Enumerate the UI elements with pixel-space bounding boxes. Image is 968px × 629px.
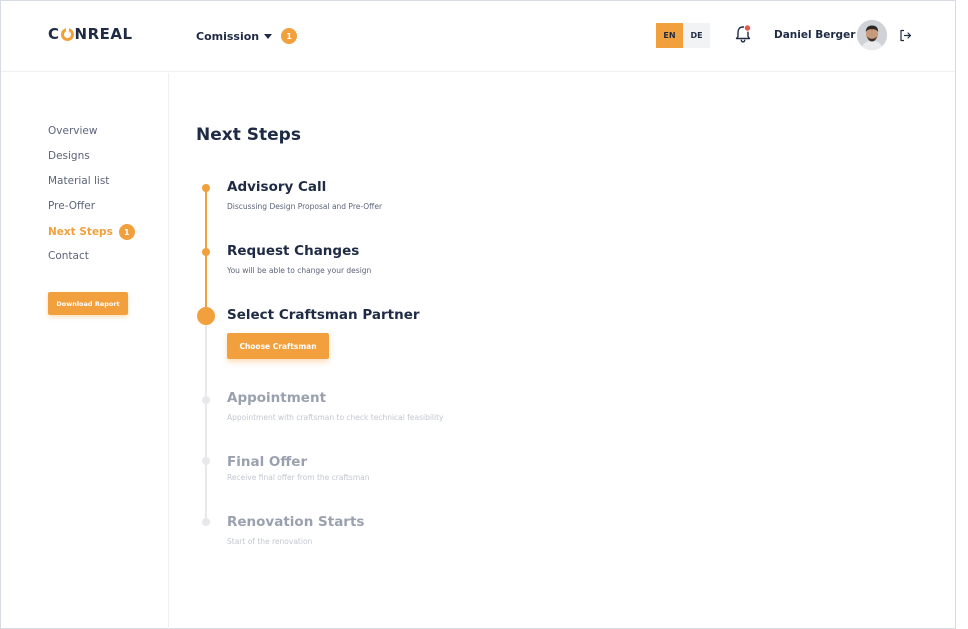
step-dot-completed (202, 184, 210, 192)
logo[interactable]: C NREAL (48, 25, 133, 43)
page-title: Next Steps (196, 125, 301, 145)
sidebar-item-contact[interactable]: Contact (48, 250, 89, 262)
step-desc-appointment: Appointment with craftsman to check tech… (227, 413, 444, 422)
logo-text-pre: C (48, 25, 60, 43)
commission-dropdown[interactable]: Comission 1 (196, 28, 298, 44)
step-title-final-offer: Final Offer (227, 454, 308, 470)
avatar[interactable] (857, 20, 887, 50)
step-dot-pending (202, 457, 210, 465)
next-steps-badge: 1 (118, 224, 135, 240)
step-dot-current (197, 307, 215, 325)
top-header: C NREAL Comission 1 EN DE Daniel Berger (1, 1, 955, 72)
sidebar-item-next-steps[interactable]: Next Steps 1 (48, 224, 135, 240)
logo-text-post: NREAL (74, 25, 133, 43)
lang-en-button[interactable]: EN (656, 23, 683, 48)
choose-craftsman-button[interactable]: Choose Craftsman (227, 333, 329, 359)
user-name[interactable]: Daniel Berger (774, 29, 855, 41)
step-title-advisory-call: Advisory Call (227, 179, 327, 195)
logout-icon[interactable] (899, 29, 912, 42)
step-desc-final-offer: Receive final offer from the craftsman (227, 473, 370, 482)
user-avatar-icon (857, 20, 887, 50)
sidebar-item-label: Next Steps (48, 226, 113, 238)
app-frame: C NREAL Comission 1 EN DE Daniel Berger (0, 0, 956, 629)
step-title-request-changes: Request Changes (227, 243, 360, 259)
sidebar-item-overview[interactable]: Overview (48, 125, 97, 137)
step-desc-request-changes: You will be able to change your design (227, 266, 372, 275)
commission-label: Comission (196, 29, 260, 43)
step-title-appointment: Appointment (227, 390, 327, 406)
step-dot-pending (202, 518, 210, 526)
step-desc-advisory-call: Discussing Design Proposal and Pre-Offer (227, 202, 383, 211)
language-switcher: EN DE (656, 23, 710, 48)
sidebar-item-material-list[interactable]: Material list (48, 175, 109, 187)
step-dot-pending (202, 396, 210, 404)
sidebar-item-designs[interactable]: Designs (48, 150, 90, 162)
sidebar-item-pre-offer[interactable]: Pre-Offer (48, 200, 95, 212)
notification-dot (743, 24, 752, 32)
step-title-select-craftsman: Select Craftsman Partner (227, 307, 420, 323)
caret-down-icon (264, 33, 273, 39)
bell-icon[interactable] (734, 24, 752, 44)
lang-de-button[interactable]: DE (683, 23, 710, 48)
timeline-line-pending (205, 316, 207, 523)
step-desc-renovation-starts: Start of the renovation (227, 537, 313, 546)
commission-badge: 1 (281, 28, 298, 44)
logo-ring-icon (60, 27, 74, 41)
step-title-renovation-starts: Renovation Starts (227, 514, 365, 530)
download-report-button[interactable]: Download Report (48, 292, 128, 315)
step-dot-completed (202, 248, 210, 256)
sidebar: Overview Designs Material list Pre-Offer… (1, 73, 169, 629)
